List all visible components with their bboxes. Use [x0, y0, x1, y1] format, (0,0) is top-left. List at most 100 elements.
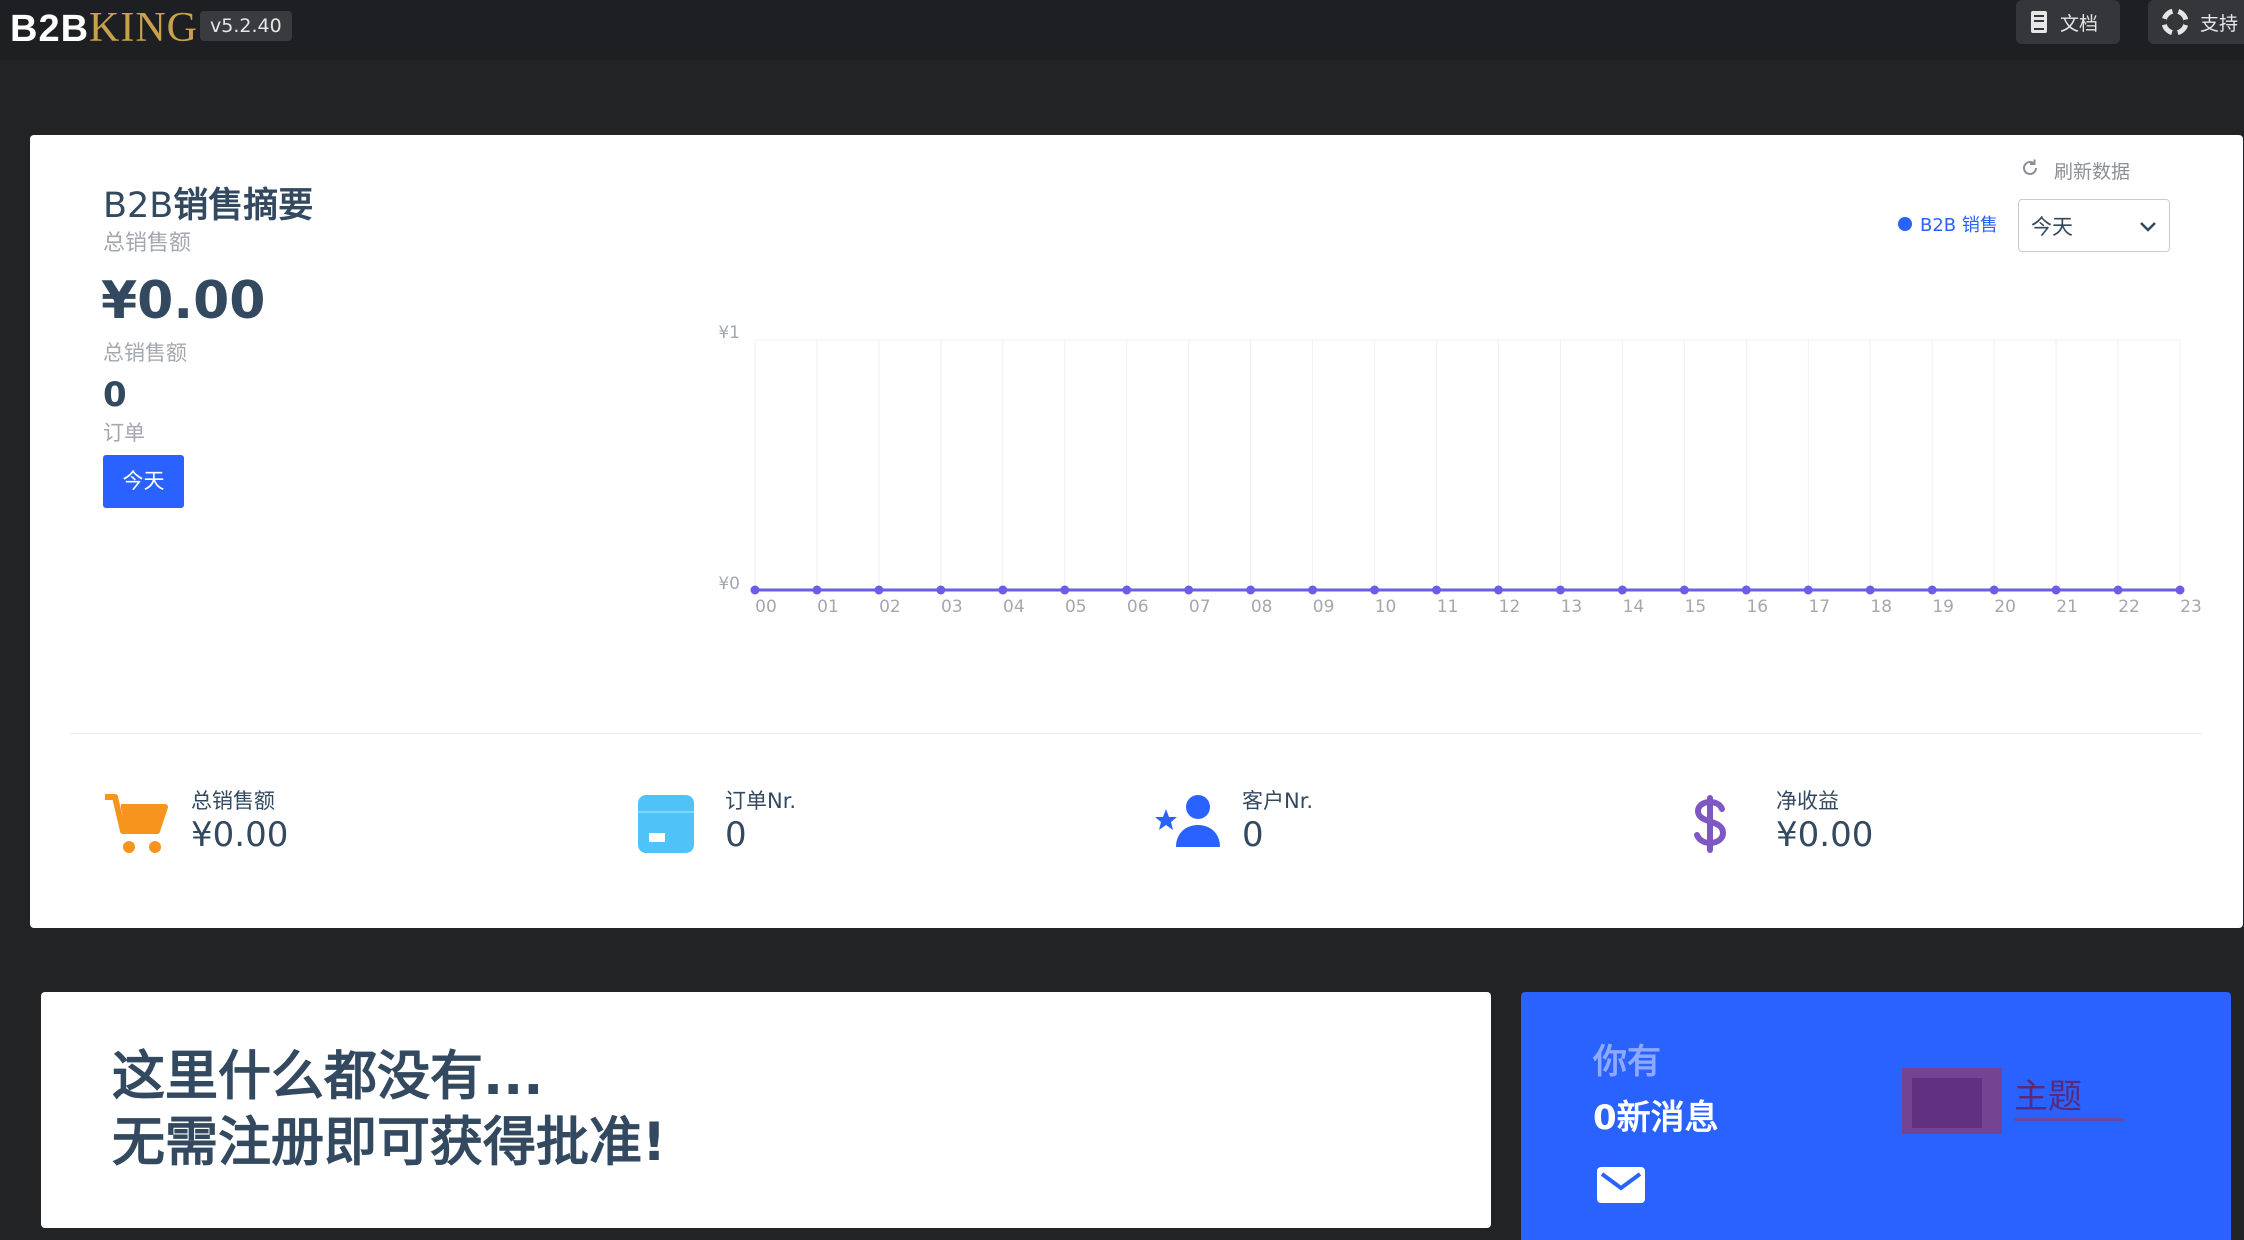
- stat-value: 0: [1242, 815, 1264, 855]
- x-tick-label: 13: [1561, 597, 1583, 617]
- x-tick-label: 06: [1127, 597, 1149, 617]
- x-tick-label: 07: [1189, 597, 1211, 617]
- customer-star-icon: [1154, 793, 1226, 853]
- empty-state-card: 这里什么都没有... 无需注册即可获得批准!: [41, 992, 1491, 1228]
- period-select[interactable]: 今天: [2018, 199, 2170, 252]
- stat-net-income: 净收益 ¥0.00: [1688, 785, 2008, 875]
- x-tick-label: 23: [2180, 597, 2202, 617]
- book-icon: [2030, 10, 2048, 34]
- data-point: [750, 585, 760, 595]
- x-tick-label: 16: [1746, 597, 1768, 617]
- card-title-prefix: B2B: [103, 186, 174, 226]
- empty-state-line1: 这里什么都没有...: [112, 1046, 544, 1107]
- legend-dot: [1898, 217, 1912, 231]
- y-tick-label: ¥0: [718, 574, 740, 594]
- mail-icon[interactable]: [1596, 1166, 1646, 1208]
- data-point: [1927, 585, 1937, 595]
- x-tick-label: 08: [1251, 597, 1273, 617]
- card-divider: [70, 733, 2202, 734]
- card-title-suffix: 销售摘要: [173, 186, 314, 226]
- x-tick-label: 01: [817, 597, 839, 617]
- stat-customers: 客户Nr. 0: [1154, 785, 1474, 875]
- x-tick-label: 02: [879, 597, 901, 617]
- data-point: [1741, 585, 1751, 595]
- docs-label: 文档: [2060, 12, 2099, 35]
- x-tick-label: 18: [1870, 597, 1892, 617]
- x-tick-label: 21: [2056, 597, 2078, 617]
- x-tick-label: 19: [1932, 597, 1954, 617]
- logo-b2: B2B: [10, 8, 90, 50]
- orders-value: 0: [103, 375, 127, 415]
- docs-button[interactable]: 文档: [2016, 0, 2120, 44]
- x-tick-label: 17: [1808, 597, 1830, 617]
- orders-label: 订单: [103, 421, 145, 445]
- data-point: [812, 585, 822, 595]
- watermark-logo: 主题: [1902, 1068, 2124, 1134]
- x-tick-label: 04: [1003, 597, 1025, 617]
- x-tick-label: 03: [941, 597, 963, 617]
- sales-line-chart: ¥1 ¥0 00 01 02 03 04 05 06 07 08 09 10 11 12 13 14 15 16 17…: [718, 323, 2202, 617]
- watermark-text: 主题: [2014, 1077, 2082, 1117]
- data-point: [1060, 585, 1070, 595]
- stat-orders: 订单Nr. 0: [637, 785, 937, 875]
- card-title: B2B销售摘要: [103, 177, 313, 228]
- empty-state-line2: 无需注册即可获得批准!: [112, 1112, 667, 1173]
- y-tick-label: ¥1: [718, 323, 740, 343]
- stat-total-sales: 总销售额 ¥0.00: [103, 785, 403, 875]
- data-point: [1679, 585, 1689, 595]
- x-tick-label: 15: [1685, 597, 1707, 617]
- cart-icon: [103, 793, 169, 861]
- data-point: [1555, 585, 1565, 595]
- stat-label: 净收益: [1776, 789, 1839, 813]
- data-point: [1432, 585, 1442, 595]
- stat-value: 0: [725, 815, 747, 855]
- logo[interactable]: B2BKING: [10, 6, 198, 51]
- stat-label: 客户Nr.: [1242, 789, 1314, 813]
- refresh-data-button[interactable]: 刷新数据: [2020, 157, 2130, 184]
- x-tick-label: 00: [755, 597, 777, 617]
- data-point: [1370, 585, 1380, 595]
- box-icon: [637, 793, 695, 859]
- data-point: [874, 585, 884, 595]
- sales-summary-card: B2B销售摘要 总销售额 ¥0.00 总销售额 0 订单 今天 刷新数据 B2B…: [30, 135, 2243, 928]
- chevron-down-icon: [2139, 214, 2157, 238]
- data-point: [1803, 585, 1813, 595]
- support-label: 支持: [2200, 12, 2239, 35]
- messages-line2: 0新消息: [1593, 1098, 1719, 1138]
- version-badge: v5.2.40: [200, 11, 292, 41]
- data-point: [2113, 585, 2123, 595]
- x-tick-label: 12: [1499, 597, 1521, 617]
- stat-value: ¥0.00: [1776, 815, 1874, 855]
- x-tick-label: 05: [1065, 597, 1087, 617]
- data-point: [1865, 585, 1875, 595]
- refresh-label: 刷新数据: [2054, 161, 2131, 183]
- data-point: [936, 585, 946, 595]
- data-point: [1493, 585, 1503, 595]
- total-sales-label: 总销售额: [103, 341, 187, 365]
- refresh-icon: [2020, 158, 2040, 183]
- x-tick-label: 11: [1437, 597, 1459, 617]
- support-button[interactable]: 支持: [2148, 0, 2244, 44]
- today-button[interactable]: 今天: [103, 455, 184, 508]
- logo-king: KING: [89, 5, 199, 51]
- data-point: [1617, 585, 1627, 595]
- data-point: [2051, 585, 2061, 595]
- chart-legend: B2B 销售: [1898, 211, 1998, 237]
- data-point: [1989, 585, 1999, 595]
- x-tick-label: 14: [1623, 597, 1645, 617]
- lifebuoy-icon: [2162, 9, 2188, 35]
- legend-label: B2B 销售: [1920, 215, 1998, 236]
- stat-label: 订单Nr.: [725, 789, 797, 813]
- data-point: [2175, 585, 2185, 595]
- x-tick-label: 10: [1375, 597, 1397, 617]
- dollar-icon: [1688, 793, 1732, 859]
- period-select-value: 今天: [2031, 214, 2073, 239]
- data-point: [1184, 585, 1194, 595]
- x-tick-label: 22: [2118, 597, 2140, 617]
- data-point: [1246, 585, 1256, 595]
- x-tick-label: 20: [1994, 597, 2016, 617]
- data-point: [1122, 585, 1132, 595]
- data-point: [1308, 585, 1318, 595]
- x-tick-label: 09: [1313, 597, 1335, 617]
- stat-value: ¥0.00: [191, 815, 289, 855]
